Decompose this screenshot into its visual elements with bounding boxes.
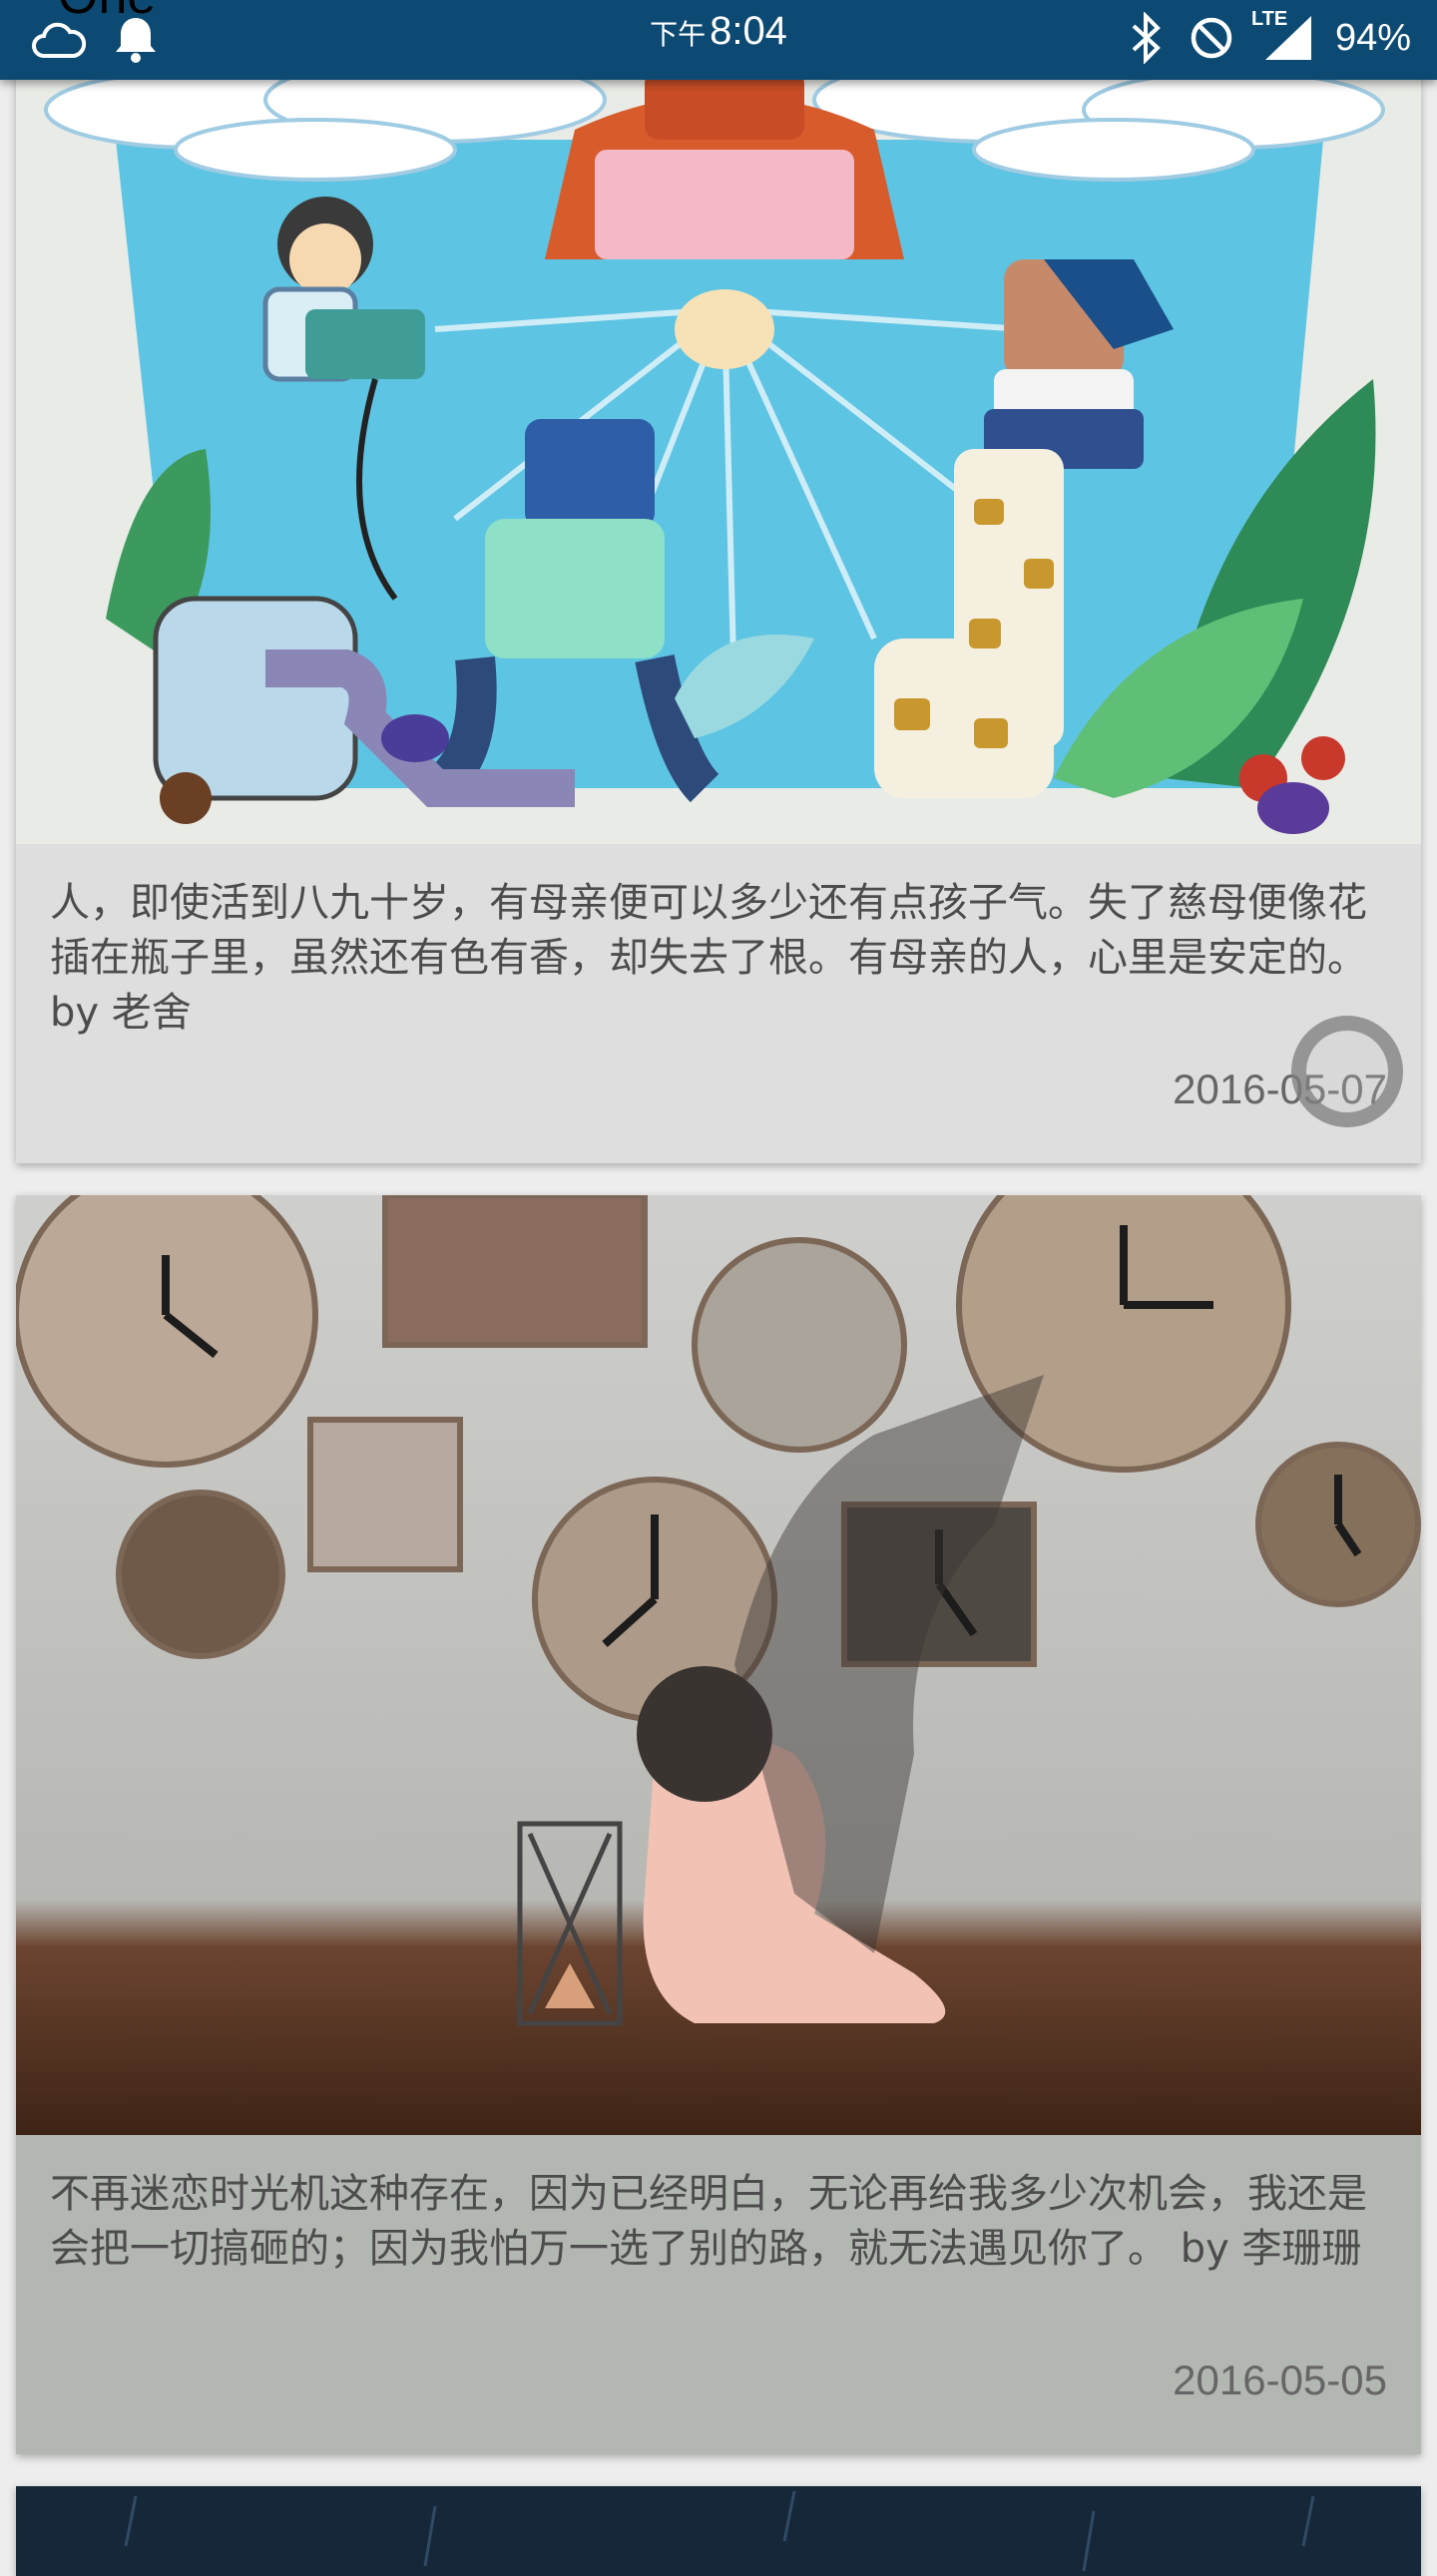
signal-icon: LTE [1251,8,1313,64]
feed-card[interactable]: 人，即使活到八九十岁，有母亲便可以多少还有点孩子气。失了慈母便像花插在瓶子里，虽… [16,0,1421,1163]
time-prefix: 下午 [650,19,707,50]
quote-text: 不再迷恋时光机这种存在，因为已经明白，无论再给我多少次机会，我还是会把一切搞砸的… [50,2171,1367,2272]
floating-drag-handle[interactable] [1291,1016,1403,1127]
card-caption: 人，即使活到八九十岁，有母亲便可以多少还有点孩子气。失了慈母便像花插在瓶子里，虽… [16,844,1421,1163]
card-illustration [16,0,1421,844]
quote-text: 人，即使活到八九十岁，有母亲便可以多少还有点孩子气。失了慈母便像花插在瓶子里，虽… [50,880,1367,1036]
network-type: LTE [1250,8,1288,30]
battery-percent: 94% [1334,16,1411,59]
card-illustration [16,1195,1421,2135]
card-illustration [16,2486,1421,2576]
card-caption: 不再迷恋时光机这种存在，因为已经明白，无论再给我多少次机会，我还是会把一切搞砸的… [16,2135,1421,2454]
bluetooth-icon [1126,12,1166,64]
time: 8:04 [710,9,787,53]
status-bar: One 下午8:04 LTE 94% [0,0,1437,80]
quote-date: 2016-05-05 [1173,2357,1387,2403]
do-not-disturb-icon [1188,14,1235,62]
feed-card[interactable]: 不再迷恋时光机这种存在，因为已经明白，无论再给我多少次机会，我还是会把一切搞砸的… [16,1195,1421,2454]
feed-card[interactable] [16,2486,1421,2576]
